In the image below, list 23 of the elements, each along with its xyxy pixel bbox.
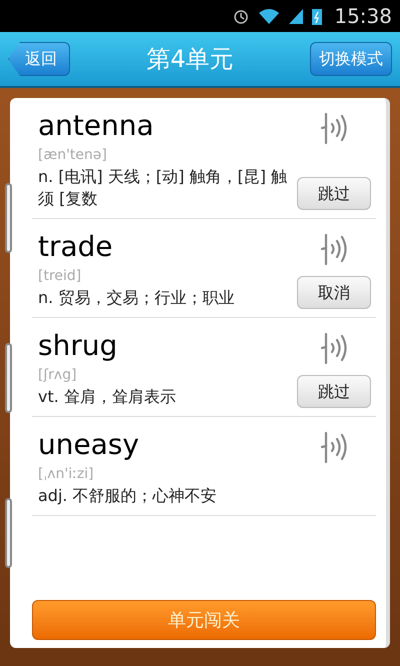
- meaning-text: adj. 不舒服的；心神不安: [38, 485, 218, 507]
- phonetic-text: [æn'tenə]: [38, 146, 108, 165]
- binder-ring: [5, 183, 12, 253]
- word-action-button[interactable]: 取消: [297, 276, 371, 309]
- word-text: shrug: [38, 328, 118, 364]
- binder-ring: [5, 498, 12, 568]
- word-text: antenna: [38, 108, 155, 144]
- wifi-icon: [258, 7, 280, 25]
- signal-icon: [288, 7, 304, 25]
- binder-ring: [5, 343, 12, 413]
- clock-time: 15:38: [334, 3, 392, 30]
- phonetic-text: [ʃrʌg]: [38, 366, 78, 385]
- phonetic-text: [ˌʌn'iːzi]: [38, 465, 95, 484]
- meaning-text: vt. 耸肩，耸肩表示: [38, 386, 177, 408]
- word-action-button[interactable]: 跳过: [297, 177, 371, 210]
- word-text: uneasy: [38, 427, 140, 463]
- meaning-text: n. [电讯] 天线；[动] 触角，[昆] 触须 [复数: [38, 166, 288, 210]
- meaning-text: n. 贸易，交易；行业；职业: [38, 287, 236, 309]
- page-title: 第4单元: [146, 44, 234, 75]
- word-action-button[interactable]: 跳过: [297, 375, 371, 408]
- phonetic-text: [treid]: [38, 267, 82, 286]
- word-text: trade: [38, 229, 114, 265]
- battery-icon: [312, 7, 322, 25]
